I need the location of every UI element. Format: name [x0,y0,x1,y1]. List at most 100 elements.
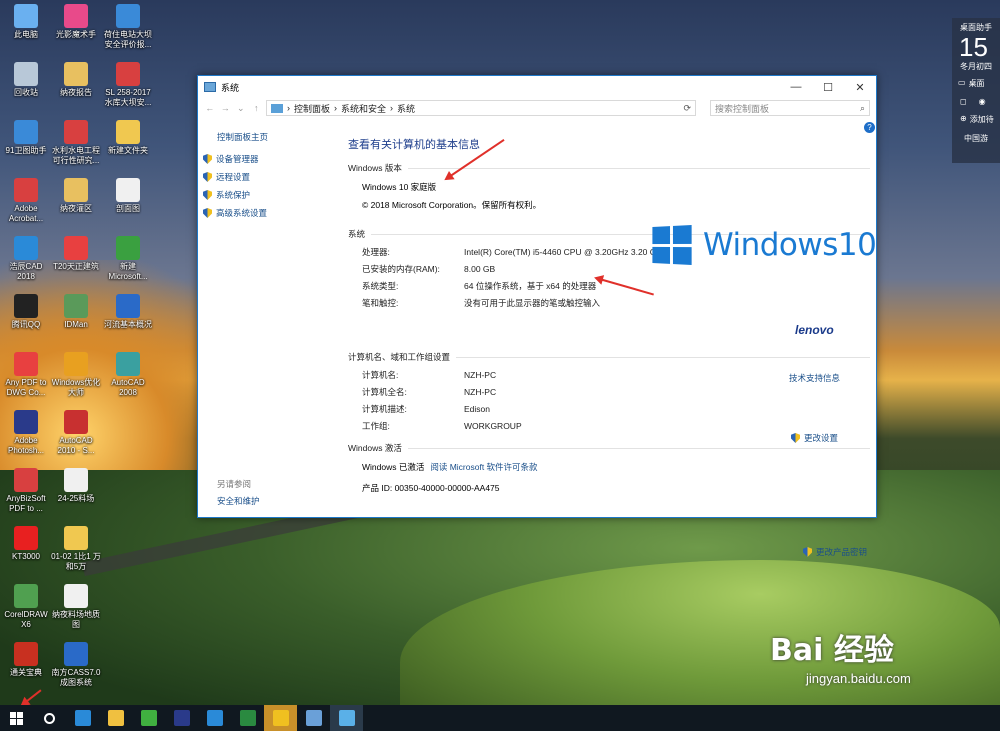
desktop-icon[interactable]: 91卫图助手 [0,120,52,156]
desktop-icon-label: 24-25料场 [57,494,95,503]
smiley-icon [272,710,289,726]
help-icon[interactable]: ? [864,122,875,133]
desktop-icon[interactable]: AnyBizSoft PDF to ... [0,468,52,514]
security-maintenance-link[interactable]: 安全和维护 [217,495,260,507]
taskbar-explorer-button[interactable] [99,705,132,731]
desktop-icon[interactable]: T20天正建筑 [50,236,102,272]
windows10-logo-text: Windows10 [703,227,877,263]
desktop-icon[interactable]: 纳夜料场地质图 [50,584,102,630]
desktop-icon-label: 浩辰CAD 2018 [9,262,43,281]
widget-china[interactable]: 中国游 [952,125,1000,144]
task-system-protection[interactable]: 系统保护 [203,189,338,201]
task-remote-settings[interactable]: 远程设置 [203,171,338,183]
taskbar-gstarcad-button[interactable] [198,705,231,731]
breadcrumb[interactable]: › 控制面板 › 系统和安全 › 系统 ⟳ [266,100,696,116]
app-icon [116,352,140,376]
desktop-icon[interactable]: 此电脑 [0,4,52,40]
taskbar-image-button[interactable] [297,705,330,731]
desktop-icon-label: CorelDRAW X6 [4,610,48,629]
support-info-link[interactable]: 技术支持信息 [789,372,840,384]
back-arrow-icon[interactable]: ← [204,103,216,113]
desktop-icon[interactable]: AutoCAD 2008 [102,352,154,398]
license-terms-link[interactable]: 阅读 Microsoft 软件许可条款 [430,461,537,473]
desktop-icon[interactable]: IDMan [50,294,102,330]
control-panel-home-link[interactable]: 控制面板主页 [217,131,338,143]
change-product-key-link[interactable]: 更改产品密钥 [803,546,867,558]
taskbar-smiley-button[interactable] [264,705,297,731]
gstarcad-icon [206,710,223,726]
taskbar-system-button[interactable] [330,705,363,731]
desktop-icon[interactable]: 光影魔术手 [50,4,102,40]
page-title: 查看有关计算机的基本信息 [348,139,480,151]
desktop-icon[interactable]: Adobe Acrobat... [0,178,52,224]
desktop-icon[interactable]: 24-25料场 [50,468,102,504]
breadcrumb-system[interactable]: 系统 [397,102,415,115]
breadcrumb-control-panel[interactable]: 控制面板 [294,102,330,115]
desktop-icon[interactable]: 水利水电工程可行性研究... [50,120,102,166]
window-icon[interactable]: ◻ [960,97,967,106]
desktop-icon[interactable]: 新建 Microsoft... [102,236,154,282]
forward-arrow-icon[interactable]: → [220,103,232,113]
desktop-icon[interactable]: 01-02 1比1 万和5万 [50,526,102,572]
taskbar-cortana-button[interactable] [33,705,66,731]
desktop-icon[interactable]: 腾讯QQ [0,294,52,330]
desktop-icon[interactable]: SL 258-2017 水库大坝安... [102,62,154,108]
desktop-icon[interactable]: Windows优化大师 [50,352,102,398]
desktop-icon[interactable]: Any PDF to DWG Co... [0,352,52,398]
desktop-icon[interactable]: 南方CASS7.0 成图系统 [50,642,102,688]
taskbar-photoshop-button[interactable] [165,705,198,731]
maximize-button[interactable]: ☐ [812,81,844,94]
desktop-icon-label: 纳夜灌区 [60,204,92,213]
refresh-icon[interactable]: ⟳ [683,103,691,114]
desktop-icon[interactable]: 荷住电站大坝安全评价报... [102,4,154,50]
taskbar-excel-button[interactable] [231,705,264,731]
desktop-icon[interactable]: 河流基本概况 [102,294,154,330]
widget-day: 15 [959,32,988,62]
info-value: NZH-PC [464,386,497,397]
edition-section-header: Windows 版本 [348,162,870,174]
info-row: 系统类型: 64 位操作系统，基于 x64 的处理器 [348,277,870,294]
desktop-icon-label: IDMan [64,320,88,329]
widget-add[interactable]: 添加待 [970,114,994,125]
desktop-icon[interactable]: 纳夜灌区 [50,178,102,214]
desktop-icon[interactable]: Adobe Photosh... [0,410,52,456]
desktop-icon[interactable]: 新建文件夹 [102,120,154,156]
window-titlebar[interactable]: 系统 — ☐ ✕ [198,76,876,98]
change-settings-link[interactable]: 更改设置 [791,432,838,444]
left-pane: 控制面板主页 设备管理器 远程设置 系统保护 高级系统设置 另请参阅 安全和维护 [198,126,338,506]
add-icon[interactable]: ⊕ [960,114,967,125]
desktop-icon[interactable]: 通关宝典 [0,642,52,678]
eye-icon[interactable]: ◉ [979,97,986,106]
taskbar-start-button[interactable] [0,705,33,731]
breadcrumb-security[interactable]: 系统和安全 [341,102,386,115]
desktop-icon[interactable]: 回收站 [0,62,52,98]
up-arrow-icon[interactable]: ↑ [251,103,263,113]
app-icon [14,468,38,492]
info-value: 64 位操作系统，基于 x64 的处理器 [464,280,597,291]
info-value: Intel(R) Core(TM) i5-4460 CPU @ 3.20GHz … [464,246,667,257]
desktop-assistant-widget[interactable]: 桌面助手 15 冬月初四 ▭ 桌面 ◻ ◉ ⊕ 添加待 中国游 [952,18,1000,163]
dropdown-chevron-icon[interactable]: ⌄ [235,103,247,114]
app-icon [14,294,38,318]
search-input[interactable]: 搜索控制面板 ⌕ [710,100,870,116]
info-label: 工作组: [362,420,390,431]
address-bar: ← → ⌄ ↑ › 控制面板 › 系统和安全 › 系统 ⟳ 搜索控制面板 ⌕ [198,98,876,118]
windows10-logo: Windows10 [651,224,877,266]
desktop-icon-label: 通关宝典 [10,668,42,677]
desktop-icon[interactable]: CorelDRAW X6 [0,584,52,630]
shield-icon [203,208,212,218]
desktop-icon[interactable]: KT3000 [0,526,52,562]
widget-desktop[interactable]: 桌面 [969,78,985,89]
app-icon [64,62,88,86]
info-label: 已安装的内存(RAM): [362,263,440,274]
desktop-icon[interactable]: 浩辰CAD 2018 [0,236,52,282]
close-button[interactable]: ✕ [844,81,876,94]
desktop-icon[interactable]: 纳夜报告 [50,62,102,98]
taskbar-edge-button[interactable] [66,705,99,731]
taskbar-360-button[interactable] [132,705,165,731]
minimize-button[interactable]: — [780,81,812,94]
task-advanced-settings[interactable]: 高级系统设置 [203,207,338,219]
desktop-icon[interactable]: AutoCAD 2010 - S... [50,410,102,456]
desktop-icon[interactable]: 剖面图 [102,178,154,214]
task-device-manager[interactable]: 设备管理器 [203,153,338,165]
